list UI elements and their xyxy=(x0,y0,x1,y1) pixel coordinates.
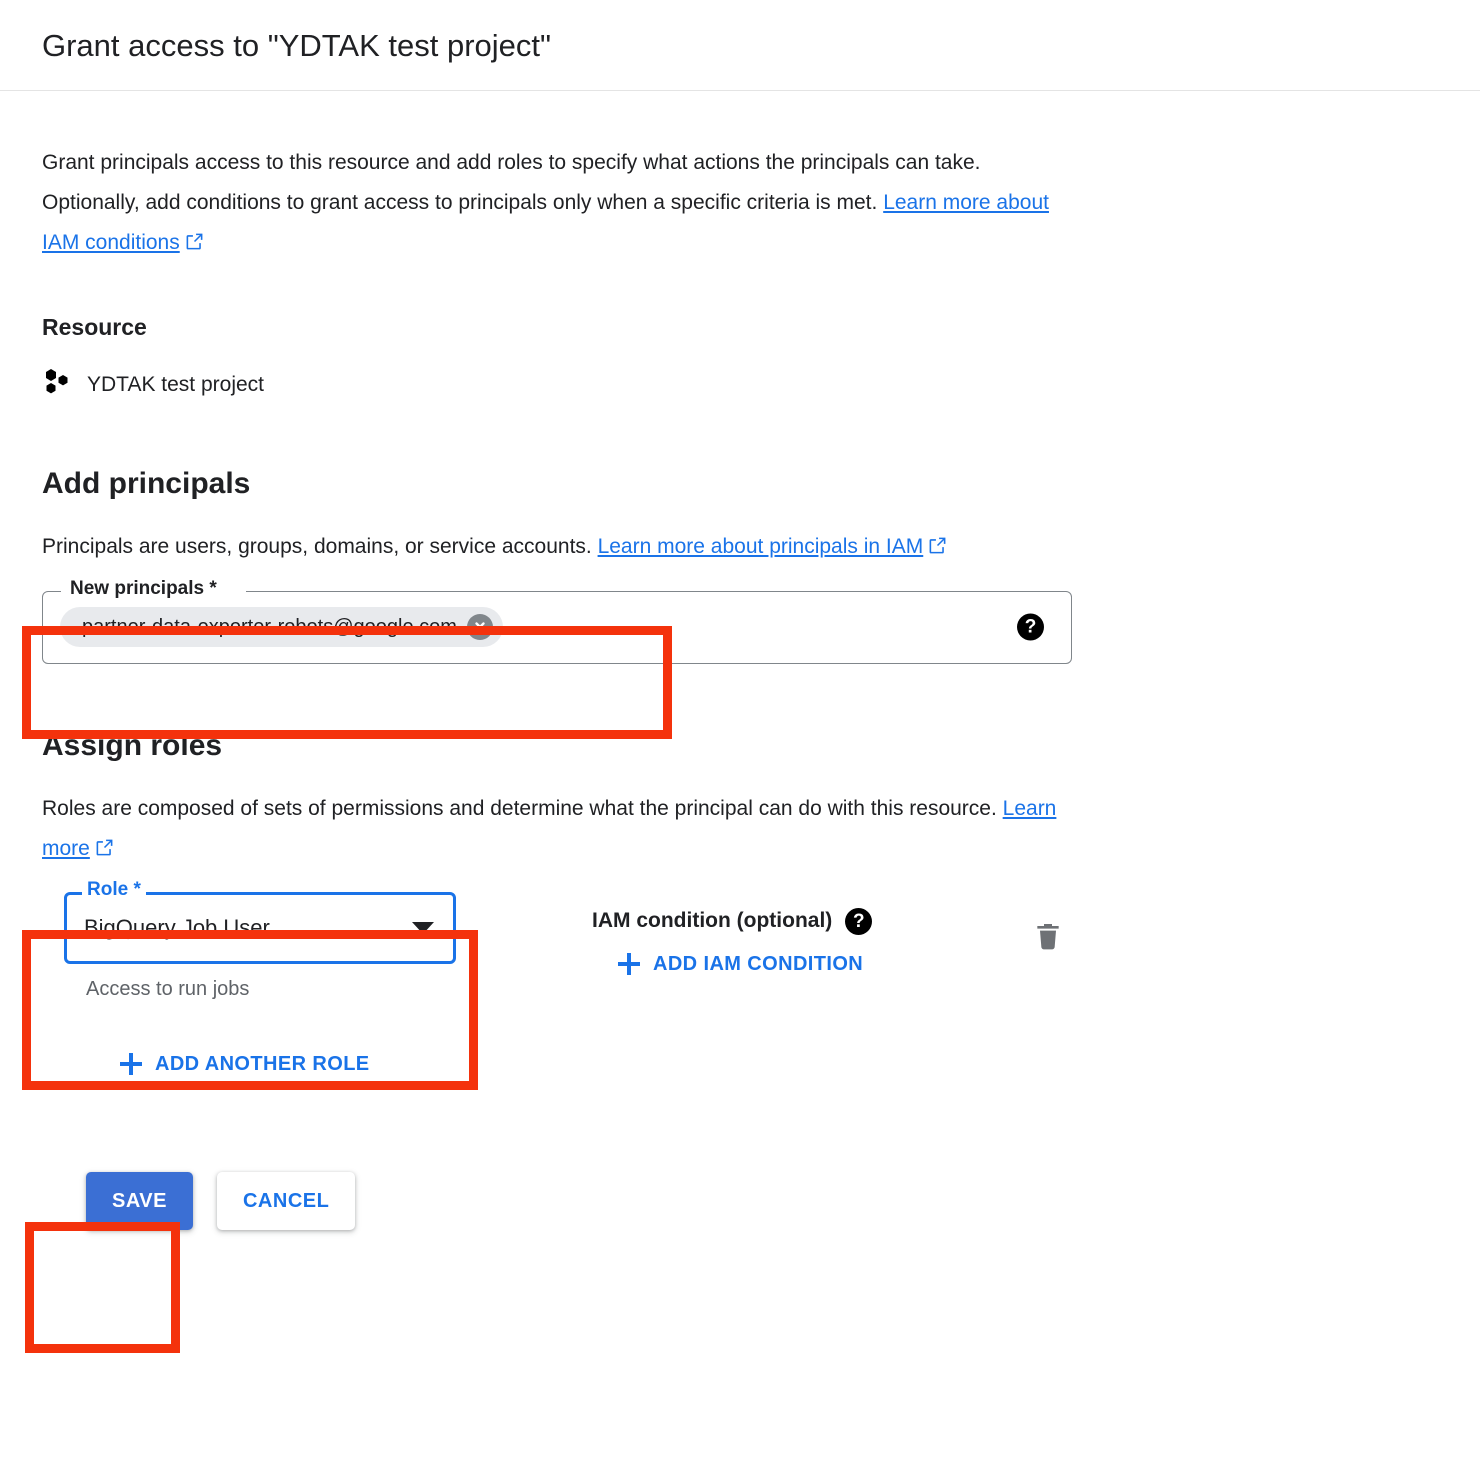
dialog-header: Grant access to "YDTAK test project" xyxy=(0,0,1480,91)
role-select-label: Role * xyxy=(82,877,146,902)
role-description-hint: Access to run jobs xyxy=(86,977,250,1000)
assign-roles-description: Roles are composed of sets of permission… xyxy=(42,789,1057,871)
new-principals-field[interactable]: New principals * partner-data-exporter-r… xyxy=(42,576,1072,664)
assign-roles-desc-text: Roles are composed of sets of permission… xyxy=(42,796,1003,820)
external-link-icon xyxy=(95,831,114,871)
iam-condition-label-row: IAM condition (optional) ? xyxy=(592,907,873,935)
intro-text: Grant principals access to this resource… xyxy=(42,151,981,214)
assign-roles-heading: Assign roles xyxy=(42,728,223,762)
add-principals-description: Principals are users, groups, domains, o… xyxy=(42,527,1057,569)
cancel-button[interactable]: CANCEL xyxy=(216,1172,356,1231)
dialog-body: Grant principals access to this resource… xyxy=(0,143,1480,1231)
role-select[interactable]: Role * BigQuery Job User xyxy=(64,877,456,964)
resource-name: YDTAK test project xyxy=(87,372,265,396)
annotation-box-save-button xyxy=(25,1222,180,1353)
resource-row: YDTAK test project xyxy=(42,367,1438,402)
add-iam-condition-label: ADD IAM CONDITION xyxy=(653,952,864,975)
iam-condition-help-icon[interactable]: ? xyxy=(845,907,873,935)
delete-role-column xyxy=(1032,892,1064,957)
role-entry-row: Role * BigQuery Job User Access to run j… xyxy=(42,877,1438,1001)
principal-chip-label: partner-data-exporter-robots@google.com xyxy=(82,615,457,638)
add-iam-condition-button[interactable]: ADD IAM CONDITION xyxy=(618,953,863,976)
iam-condition-column: IAM condition (optional) ? ADD IAM CONDI… xyxy=(592,892,873,981)
role-column: Role * BigQuery Job User Access to run j… xyxy=(42,877,482,1001)
intro-paragraph: Grant principals access to this resource… xyxy=(42,143,1052,265)
add-principals-heading: Add principals xyxy=(42,467,251,500)
plus-icon xyxy=(618,953,640,976)
new-principals-help-icon[interactable]: ? xyxy=(1017,613,1044,641)
learn-more-principals-link[interactable]: Learn more about principals in IAM xyxy=(598,535,924,558)
add-another-role-label: ADD ANOTHER ROLE xyxy=(155,1052,370,1075)
principal-chip[interactable]: partner-data-exporter-robots@google.com xyxy=(60,607,503,648)
plus-icon xyxy=(120,1053,142,1076)
new-principals-field-content: partner-data-exporter-robots@google.com xyxy=(42,591,1072,664)
external-link-icon xyxy=(928,529,947,569)
chevron-down-icon[interactable] xyxy=(412,921,434,934)
save-button[interactable]: SAVE xyxy=(86,1172,193,1231)
dialog-actions: SAVE CANCEL xyxy=(86,1172,1438,1231)
close-circle-icon[interactable] xyxy=(466,614,493,641)
add-principals-desc-text: Principals are users, groups, domains, o… xyxy=(42,534,598,558)
page-title: Grant access to "YDTAK test project" xyxy=(42,28,552,63)
add-another-role-button[interactable]: ADD ANOTHER ROLE xyxy=(120,1053,370,1076)
resource-heading: Resource xyxy=(42,314,147,340)
role-select-value: BigQuery Job User xyxy=(84,914,270,940)
iam-condition-label: IAM condition (optional) xyxy=(592,909,833,933)
trash-icon[interactable] xyxy=(1032,923,1064,956)
external-link-icon xyxy=(185,225,204,265)
project-hexagons-icon xyxy=(42,367,72,402)
